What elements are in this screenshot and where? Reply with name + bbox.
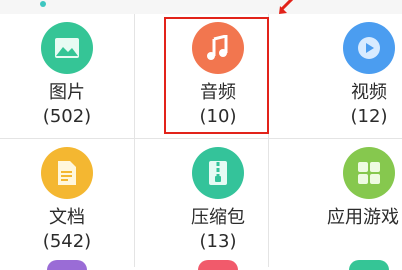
category-count: (502) (42, 106, 92, 127)
category-documents[interactable]: 文档 (542) (0, 139, 134, 263)
partial-icon (349, 260, 389, 270)
category-name: 压缩包 (191, 207, 245, 228)
category-name: 应用游戏 (327, 207, 399, 228)
apps-grid-icon (343, 147, 395, 199)
image-icon (41, 22, 93, 74)
category-video[interactable]: 视频 (12) (302, 14, 402, 138)
category-apps-games[interactable]: 应用游戏 (302, 139, 402, 263)
category-count: (13) (199, 231, 237, 252)
top-bar (0, 0, 402, 14)
zip-icon (192, 147, 244, 199)
partial-icon (198, 260, 238, 270)
partial-icon (47, 260, 87, 270)
category-images[interactable]: 图片 (502) (0, 14, 134, 138)
category-name: 文档 (49, 207, 85, 228)
category-count: (12) (350, 106, 388, 127)
category-archives[interactable]: 压缩包 (13) (151, 139, 285, 263)
category-name: 视频 (351, 82, 387, 103)
indicator-dot (40, 1, 46, 7)
grid-divider (134, 14, 135, 267)
play-icon (343, 22, 395, 74)
document-icon (41, 147, 93, 199)
category-name: 图片 (49, 82, 85, 103)
highlight-box (164, 17, 269, 134)
category-count: (542) (42, 231, 92, 252)
